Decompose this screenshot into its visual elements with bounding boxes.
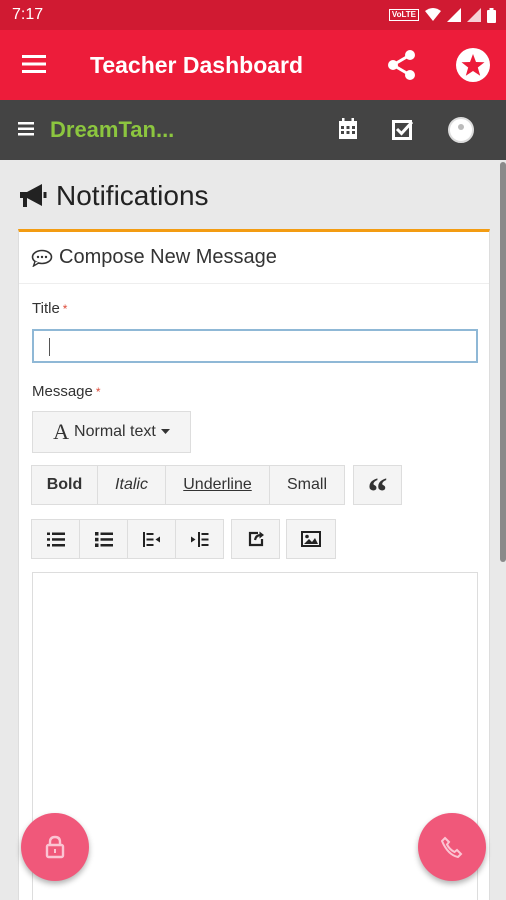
- card-header: Compose New Message: [19, 232, 489, 284]
- message-editor[interactable]: [32, 572, 478, 900]
- brand-name[interactable]: DreamTan...: [50, 117, 174, 143]
- share-icon[interactable]: [384, 47, 420, 83]
- ordered-list-icon: [46, 532, 65, 546]
- message-label-text: Message: [32, 383, 93, 400]
- indent-icon: [190, 531, 208, 547]
- quote-icon: “: [367, 469, 388, 514]
- sidebar-toggle-icon[interactable]: [18, 122, 34, 136]
- menu-icon[interactable]: [22, 54, 46, 74]
- image-icon: [301, 531, 321, 547]
- text-caret: [49, 338, 50, 356]
- title-label: Title *: [32, 300, 67, 317]
- insert-link-button[interactable]: [231, 519, 280, 559]
- caret-down-icon: [160, 429, 170, 434]
- required-mark: *: [62, 302, 68, 316]
- page-scrollbar[interactable]: [500, 162, 506, 562]
- italic-button[interactable]: Italic: [97, 465, 166, 505]
- format-button-group: Bold Italic Underline Small: [31, 465, 345, 505]
- lock-fab[interactable]: [21, 813, 89, 881]
- megaphone-icon: [20, 184, 47, 207]
- status-icons: VoLTE: [388, 7, 496, 23]
- status-time: 7:17: [12, 6, 44, 23]
- share-square-icon: [248, 531, 264, 547]
- font-style-dropdown[interactable]: A Normal text: [32, 411, 191, 453]
- title-input[interactable]: [32, 329, 478, 363]
- call-fab[interactable]: [418, 813, 486, 881]
- page-title: Notifications: [18, 178, 209, 214]
- signal-icon-2: [467, 8, 481, 22]
- avatar[interactable]: [448, 117, 474, 143]
- underline-button[interactable]: Underline: [165, 465, 270, 505]
- font-style-value: Normal text: [74, 423, 156, 440]
- title-label-text: Title: [32, 300, 60, 317]
- outdent-icon: [142, 531, 160, 547]
- app-bar: Teacher Dashboard: [0, 30, 506, 100]
- ordered-list-button[interactable]: [31, 519, 80, 559]
- page-title-text: Notifications: [56, 180, 209, 211]
- unordered-list-icon: [94, 531, 113, 547]
- required-mark: *: [95, 385, 101, 399]
- phone-icon: [441, 836, 463, 858]
- status-bar: 7:17 VoLTE: [0, 0, 506, 30]
- font-icon: A: [53, 419, 70, 444]
- volte-badge: VoLTE: [388, 9, 419, 21]
- bold-button[interactable]: Bold: [31, 465, 98, 505]
- outdent-button[interactable]: [127, 519, 176, 559]
- comment-icon: [31, 249, 53, 267]
- insert-image-button[interactable]: [286, 519, 336, 559]
- wifi-icon: [425, 8, 441, 21]
- blockquote-button[interactable]: “: [353, 465, 402, 512]
- message-label: Message *: [32, 383, 101, 400]
- sub-nav-bar: DreamTan...: [0, 100, 506, 160]
- app-title: Teacher Dashboard: [90, 52, 304, 78]
- indent-button[interactable]: [175, 519, 224, 559]
- star-icon[interactable]: [455, 47, 491, 83]
- battery-icon: [487, 7, 496, 23]
- unordered-list-button[interactable]: [79, 519, 128, 559]
- card-header-title: Compose New Message: [59, 246, 277, 268]
- small-button[interactable]: Small: [269, 465, 345, 505]
- lock-icon: [45, 835, 65, 859]
- signal-icon: [447, 8, 461, 22]
- checkbox-icon[interactable]: [392, 118, 414, 140]
- list-button-group: [31, 519, 224, 559]
- compose-card: Compose New Message Title * Message * A No…: [18, 229, 490, 900]
- calendar-icon[interactable]: [338, 118, 358, 140]
